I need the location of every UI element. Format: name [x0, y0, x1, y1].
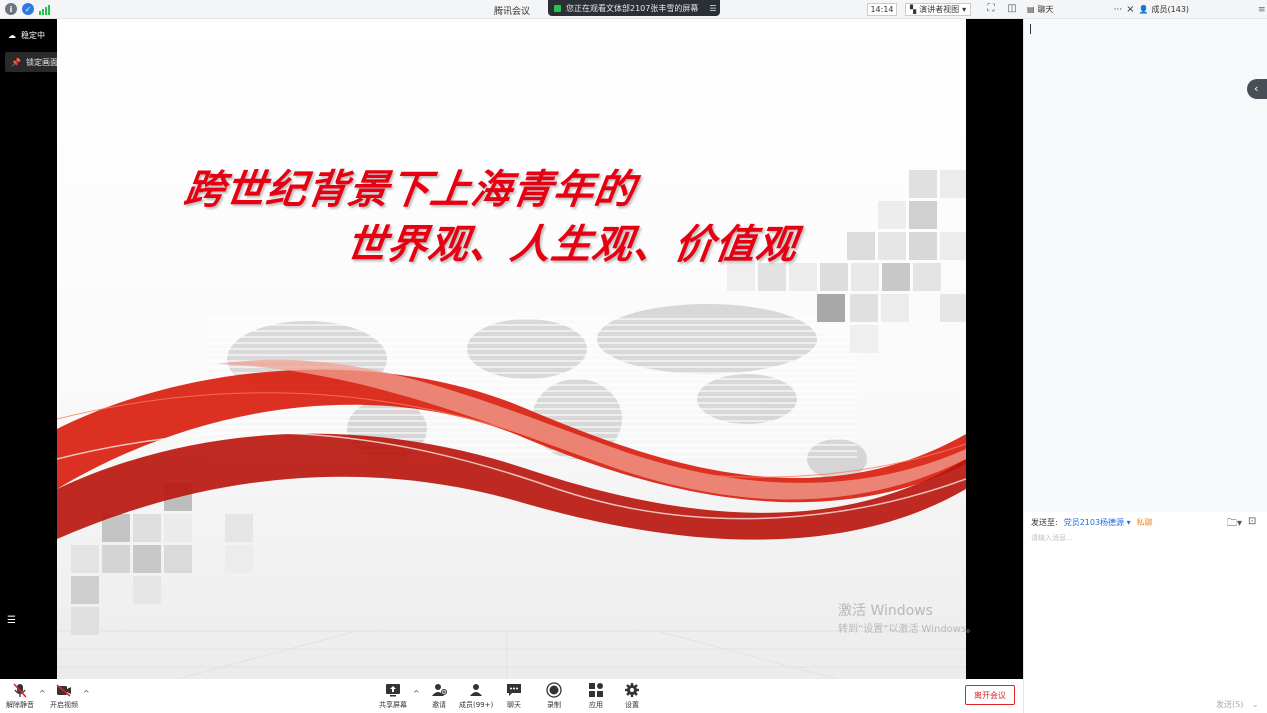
send-button-label: 发送(S) [1216, 700, 1244, 709]
view-mode-label: 演讲者视图 [919, 5, 960, 14]
share-screen-icon [384, 682, 402, 698]
send-target-dropdown[interactable]: 党员2103杨德源 ▾ [1064, 517, 1131, 528]
watching-banner[interactable]: 您正在观看文体部2107张丰雪的屏幕 ☰ [548, 0, 720, 16]
view-mode-dropdown[interactable]: ▚ 演讲者视图 ▾ [905, 3, 972, 16]
file-icon[interactable]: 🗀▾ [1227, 516, 1242, 533]
slide-title-line1: 跨世纪背景下上海青年的 [181, 167, 639, 213]
sidebar-tabs: ▤ 聊天 ··· × 👤 成员(143) ≡ [1023, 0, 1267, 19]
cloud-icon: ☁ [8, 31, 16, 40]
chat-button[interactable]: 聊天 [505, 682, 523, 710]
close-icon[interactable]: × [1126, 4, 1134, 15]
meeting-time: 14:14 [867, 3, 897, 16]
send-to-label: 发送至: [1031, 518, 1058, 527]
shield-icon[interactable]: ✓ [22, 3, 34, 15]
chat-tools: 🗀▾ ⊡ [1227, 516, 1256, 533]
pin-label: 锁定画面 [25, 57, 58, 67]
tab-chat[interactable]: ▤ 聊天 [1027, 4, 1054, 15]
slide-background-graphics [57, 170, 966, 679]
gear-icon [623, 682, 641, 698]
activate-windows-watermark: 激活 Windows [838, 603, 933, 619]
more-icon[interactable]: ··· [1114, 5, 1123, 15]
mic-off-icon [11, 682, 29, 698]
unmute-label: 解除静音 [6, 701, 34, 709]
pin-screen-button[interactable]: 📌 锁定画面 [5, 52, 64, 72]
record-button[interactable]: 录制 [545, 682, 563, 710]
pin-icon: 📌 [11, 57, 21, 67]
record-label: 录制 [547, 701, 561, 709]
chat-icon: ▤ [1027, 5, 1035, 14]
chat-input[interactable]: 请输入消息... [1031, 533, 1073, 543]
members-label: 成员(99+) [459, 701, 494, 709]
send-target-name: 党员2103杨德源 [1063, 518, 1125, 527]
title-bar-status-icons: i ✓ [5, 3, 50, 15]
info-icon[interactable]: i [5, 3, 17, 15]
members-icon [467, 682, 485, 698]
collapse-sidebar-button[interactable]: ‹ [1247, 79, 1267, 99]
share-options-caret-icon[interactable]: ^ [413, 689, 420, 698]
leave-meeting-button[interactable]: 离开会议 [965, 685, 1015, 705]
meeting-toolbar: 解除静音 ^ 开启视频 ^ 共享屏幕 ^ 邀请 成员(99+) 聊天 录制 应用… [0, 679, 1023, 713]
record-icon [545, 682, 563, 698]
window-title: 腾讯会议 [494, 7, 531, 17]
view-mode-icon: ▚ [910, 5, 917, 14]
list-icon[interactable]: ☰ [7, 615, 16, 626]
apps-grid-icon [587, 682, 605, 698]
menu-icon[interactable]: ☰ [709, 4, 716, 13]
slide-title-line2: 世界观、人生观、价值观 [343, 222, 801, 268]
chat-sidebar: ‹ 发送至: 党员2103杨德源 ▾ 私聊 🗀▾ ⊡ 请输入消息... 发送(S… [1023, 19, 1267, 713]
tab-members[interactable]: 👤 成员(143) [1139, 4, 1189, 15]
start-video-button[interactable]: 开启视频 [50, 682, 78, 710]
private-chat-label: 私聊 [1136, 518, 1153, 527]
video-options-caret-icon[interactable]: ^ [83, 689, 90, 698]
chat-label: 聊天 [507, 701, 521, 709]
settings-label: 设置 [625, 701, 639, 709]
chevron-down-icon: ▾ [1126, 518, 1131, 527]
chat-bubble-icon [505, 682, 523, 698]
send-button[interactable]: 发送(S) ⌄ [1216, 699, 1259, 710]
screen-share-indicator-icon [554, 4, 561, 12]
network-status: ☁ 稳定中 [8, 30, 45, 41]
list-menu-icon[interactable]: ≡ [1258, 5, 1266, 15]
shared-slide: 跨世纪背景下上海青年的 世界观、人生观、价值观 [57, 19, 966, 679]
fullscreen-icon[interactable]: ⛶ [985, 3, 997, 15]
text-cursor [1030, 24, 1031, 34]
unmute-button[interactable]: 解除静音 [6, 682, 34, 710]
send-to-row: 发送至: 党员2103杨德源 ▾ 私聊 [1031, 517, 1153, 528]
invite-icon [430, 682, 448, 698]
watching-banner-text: 您正在观看文体部2107张丰雪的屏幕 [566, 3, 699, 13]
chat-message-area[interactable]: ‹ [1024, 19, 1267, 512]
share-screen-label: 共享屏幕 [379, 701, 407, 709]
title-bar: i ✓ 腾讯会议 您正在观看文体部2107张丰雪的屏幕 ☰ 14:14 ▚ 演讲… [0, 0, 1267, 19]
settings-button[interactable]: 设置 [623, 682, 641, 710]
share-screen-button[interactable]: 共享屏幕 [379, 682, 407, 710]
chevron-left-icon: ‹ [1254, 82, 1259, 95]
person-icon: 👤 [1138, 5, 1149, 14]
invite-button[interactable]: 邀请 [430, 682, 448, 710]
sidebar-toggle-icon[interactable]: ◫ [1006, 3, 1018, 15]
apps-label: 应用 [589, 701, 603, 709]
audio-options-caret-icon[interactable]: ^ [39, 689, 46, 698]
members-button[interactable]: 成员(99+) [459, 682, 493, 710]
screenshot-icon[interactable]: ⊡ [1248, 516, 1256, 533]
network-status-text: 稳定中 [21, 31, 45, 40]
start-video-label: 开启视频 [50, 701, 78, 709]
activate-windows-hint: 转到“设置”以激活 Windows。 [838, 624, 977, 635]
camera-off-icon [55, 682, 73, 698]
tab-chat-label: 聊天 [1037, 5, 1054, 14]
floor-lines [57, 630, 966, 679]
chevron-down-icon: ▾ [962, 5, 967, 14]
apps-button[interactable]: 应用 [587, 682, 605, 710]
tab-members-label: 成员(143) [1151, 5, 1190, 14]
invite-label: 邀请 [432, 701, 446, 709]
signal-icon[interactable] [39, 3, 50, 15]
chevron-down-icon[interactable]: ⌄ [1252, 700, 1259, 709]
